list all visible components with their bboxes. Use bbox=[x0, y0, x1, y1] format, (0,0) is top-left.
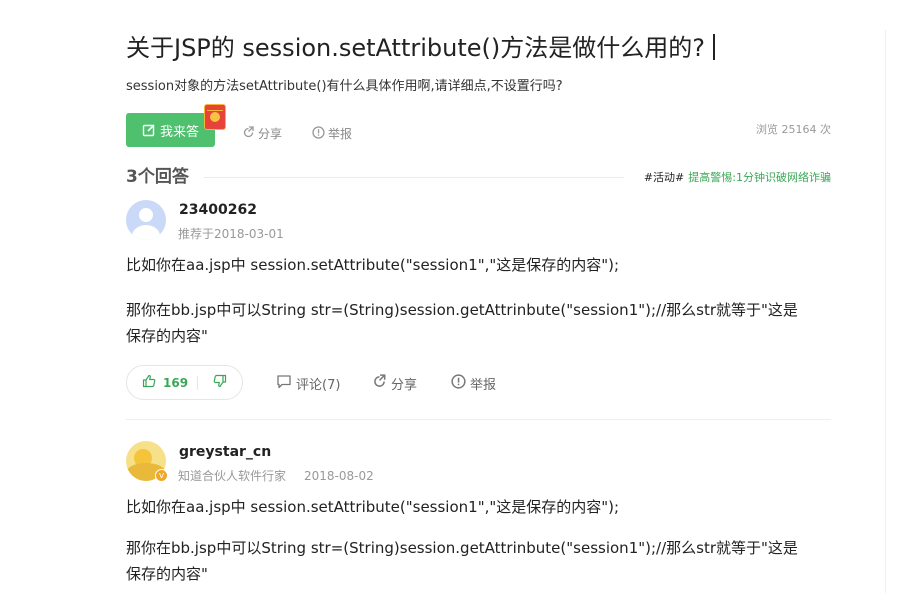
question-title-text: 关于JSP的 session.setAttribute()方法是做什么用的? bbox=[126, 34, 705, 62]
edit-icon bbox=[142, 123, 156, 137]
dislike-button[interactable] bbox=[198, 373, 242, 392]
report-icon bbox=[451, 374, 466, 393]
report-icon bbox=[312, 125, 325, 142]
question-report-button[interactable]: 举报 bbox=[312, 125, 352, 142]
answer-username[interactable]: 23400262 bbox=[179, 202, 257, 218]
like-button[interactable]: 169 bbox=[127, 374, 197, 391]
text-cursor bbox=[713, 34, 715, 60]
red-envelope-flap bbox=[207, 106, 223, 111]
red-envelope-coin bbox=[210, 112, 220, 122]
answer-meta: 知道合伙人软件行家 2018-08-02 bbox=[178, 467, 374, 484]
answer-count: 3个回答 bbox=[126, 167, 189, 187]
comment-button[interactable]: 评论(7) bbox=[276, 374, 340, 393]
thumbs-up-icon bbox=[142, 374, 156, 391]
share-icon bbox=[242, 125, 255, 142]
view-count: 浏览 25164 次 bbox=[756, 123, 831, 136]
answer-divider bbox=[126, 419, 831, 420]
like-count: 169 bbox=[163, 375, 189, 390]
user-avatar-icon[interactable] bbox=[126, 200, 166, 240]
answer-report-button[interactable]: 举报 bbox=[451, 374, 496, 393]
comment-label: 评论(7) bbox=[296, 378, 341, 393]
expert-badge-icon: v bbox=[155, 469, 168, 482]
avatar-body bbox=[132, 225, 160, 240]
answer-paragraph: 那你在bb.jsp中可以String str=(String)session.g… bbox=[126, 301, 798, 319]
expert-title: 知道合伙人软件行家 bbox=[178, 469, 287, 483]
answer-share-button[interactable]: 分享 bbox=[372, 374, 417, 393]
promo-tag: #活动# bbox=[643, 171, 685, 184]
promo-link[interactable]: 提高警惕:1分钟识破网络诈骗 bbox=[688, 171, 831, 184]
question-description: session对象的方法setAttribute()有什么具体作用啊,请详细点,… bbox=[126, 79, 563, 94]
answer-count-divider bbox=[204, 177, 624, 178]
question-share-button[interactable]: 分享 bbox=[242, 125, 282, 142]
answer-paragraph: 那你在bb.jsp中可以String str=(String)session.g… bbox=[126, 539, 798, 557]
promo-banner[interactable]: #活动# 提高警惕:1分钟识破网络诈骗 bbox=[644, 169, 831, 185]
answer-button[interactable]: 我来答 bbox=[126, 113, 215, 147]
answer-paragraph: 比如你在aa.jsp中 session.setAttribute("sessio… bbox=[126, 256, 620, 274]
right-column-divider bbox=[885, 30, 886, 593]
answer-report-label: 举报 bbox=[470, 378, 497, 393]
thumbs-down-icon bbox=[213, 373, 227, 392]
answer-button-label: 我来答 bbox=[159, 124, 199, 140]
answer-paragraph: 比如你在aa.jsp中 session.setAttribute("sessio… bbox=[126, 498, 620, 516]
avatar-head bbox=[139, 208, 153, 222]
vote-control: 169 bbox=[126, 365, 243, 400]
answer-paragraph: 保存的内容" bbox=[126, 327, 208, 345]
answer-share-label: 分享 bbox=[391, 378, 418, 393]
question-report-label: 举报 bbox=[328, 127, 353, 141]
answer-meta: 推荐于2018-03-01 bbox=[178, 227, 284, 241]
answer-paragraph: 保存的内容" bbox=[126, 565, 208, 583]
share-icon bbox=[372, 374, 387, 393]
question-share-label: 分享 bbox=[258, 127, 283, 141]
comment-icon bbox=[276, 374, 292, 393]
answer-username[interactable]: greystar_cn bbox=[179, 444, 271, 460]
answer-date: 2018-08-02 bbox=[304, 469, 374, 483]
red-envelope-icon[interactable] bbox=[204, 104, 226, 130]
question-title: 关于JSP的 session.setAttribute()方法是做什么用的? bbox=[126, 30, 715, 66]
